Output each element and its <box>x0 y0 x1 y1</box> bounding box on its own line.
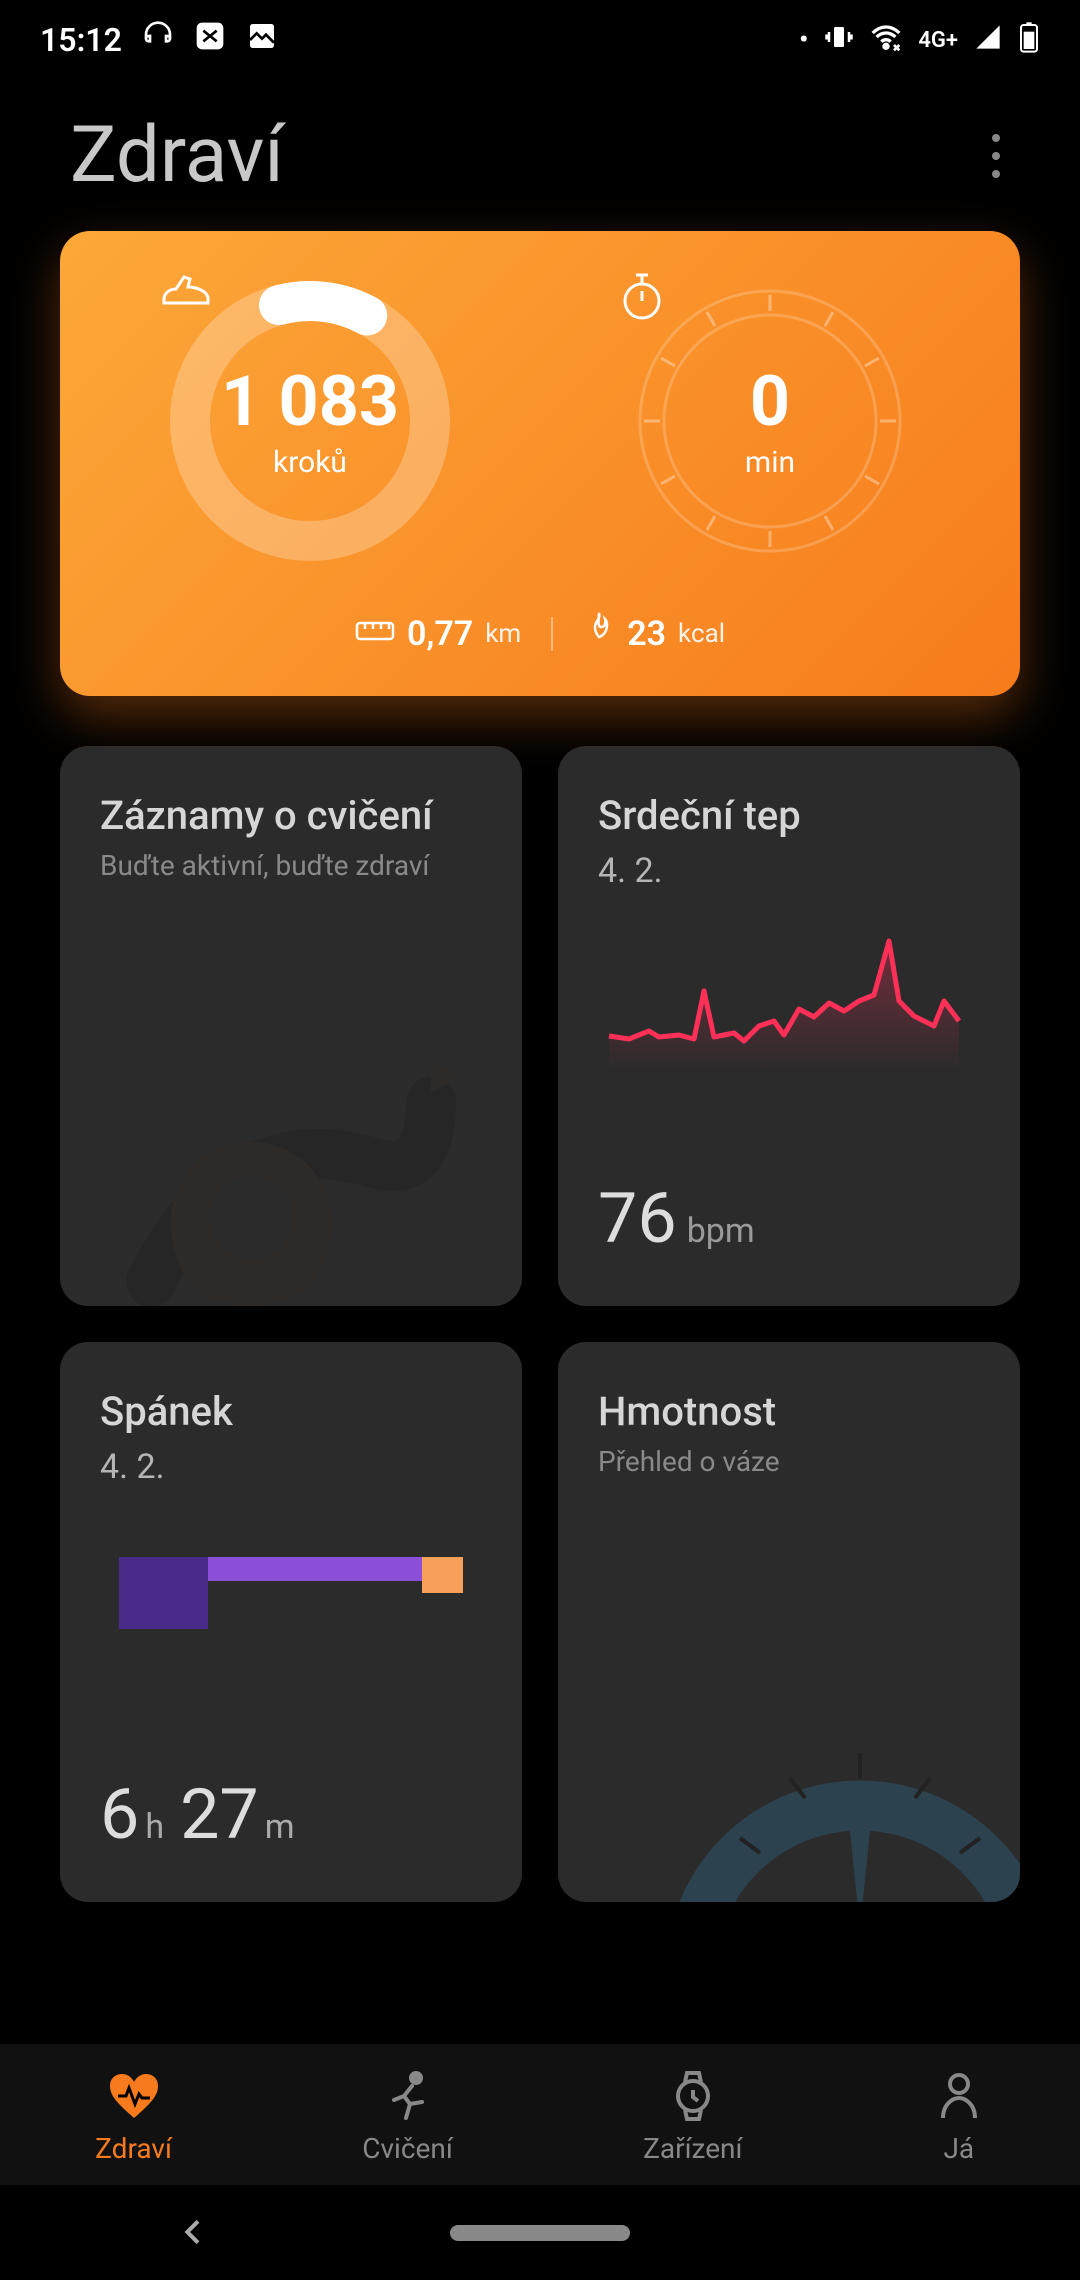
activity-summary-card[interactable]: 1 083 kroků 0 min <box>60 231 1020 696</box>
sleep-hours-unit: h <box>145 1807 164 1847</box>
card-title: Záznamy o cvičení <box>100 792 482 839</box>
app-header: Zdraví <box>0 70 1080 231</box>
card-title: Spánek <box>100 1388 482 1435</box>
status-bar: 15:12 • 4G+ <box>0 0 1080 70</box>
home-pill[interactable] <box>450 2225 630 2241</box>
heart-rate-chart <box>598 931 980 1071</box>
card-title: Hmotnost <box>598 1388 980 1435</box>
card-title: Srdeční tep <box>598 792 980 839</box>
heart-icon <box>108 2070 160 2122</box>
sleep-card[interactable]: Spánek 4. 2. 6 h 27 m <box>60 1342 522 1902</box>
watch-icon <box>667 2070 719 2122</box>
headphones-icon <box>142 20 174 60</box>
heart-rate-card[interactable]: Srdeční tep 4. 2. 76 bpm <box>558 746 1020 1306</box>
sleep-mins: 27 <box>180 1774 259 1856</box>
image-icon <box>246 20 278 60</box>
nav-devices[interactable]: Zařízení <box>643 2070 742 2165</box>
card-date: 4. 2. <box>598 851 980 891</box>
card-subtitle: Buďte aktivní, buďte zdraví <box>100 849 482 882</box>
nav-me[interactable]: Já <box>933 2070 985 2165</box>
sleep-hours: 6 <box>100 1774 139 1856</box>
flame-icon <box>583 611 615 656</box>
bottom-nav: Zdraví Cvičení Zařízení Já <box>0 2044 1080 2185</box>
divider <box>551 617 553 651</box>
running-icon <box>382 2070 434 2122</box>
signal-icon <box>974 23 1002 58</box>
heart-rate-value: 76 <box>598 1178 677 1260</box>
ruler-icon <box>355 614 395 654</box>
route-icon <box>111 1022 471 1306</box>
person-icon <box>933 2070 985 2122</box>
dot-icon: • <box>799 25 808 55</box>
vibrate-icon <box>824 22 854 59</box>
card-date: 4. 2. <box>100 1447 482 1487</box>
more-menu-button[interactable] <box>982 124 1010 188</box>
back-button[interactable] <box>178 2207 210 2259</box>
nav-health[interactable]: Zdraví <box>95 2070 172 2165</box>
sleep-mins-unit: m <box>265 1807 295 1847</box>
nav-exercise[interactable]: Cvičení <box>362 2070 453 2165</box>
minutes-ring: 0 min <box>620 271 920 571</box>
battery-icon <box>1018 21 1040 60</box>
exercise-records-card[interactable]: Záznamy o cvičení Buďte aktivní, buďte z… <box>60 746 522 1306</box>
wifi-icon <box>870 21 902 60</box>
card-subtitle: Přehled o váze <box>598 1445 980 1478</box>
gauge-icon <box>680 1638 1020 1902</box>
weight-card[interactable]: Hmotnost Přehled o váze <box>558 1342 1020 1902</box>
status-time: 15:12 <box>40 21 122 59</box>
page-title: Zdraví <box>70 110 284 201</box>
distance-stat: 0,77 km <box>355 614 521 654</box>
steps-ring: 1 083 kroků <box>160 271 460 571</box>
sleep-chart <box>119 1557 463 1629</box>
heart-rate-unit: bpm <box>687 1211 755 1251</box>
app-icon <box>194 20 226 60</box>
system-nav <box>0 2185 1080 2280</box>
network-label: 4G+ <box>918 28 958 53</box>
calories-stat: 23 kcal <box>583 611 725 656</box>
